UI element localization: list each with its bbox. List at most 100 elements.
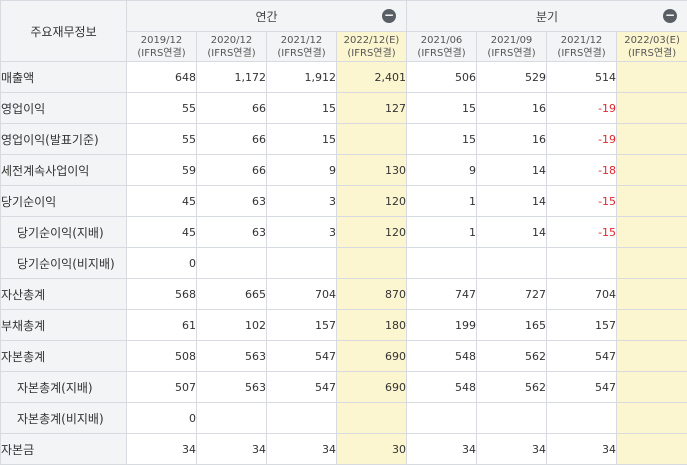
quarterly-group-header: 분기 − [407, 1, 687, 32]
row-label: 자산총계 [1, 279, 127, 310]
row-label: 부채총계 [1, 310, 127, 341]
value-cell [547, 248, 617, 279]
value-cell: 547 [547, 341, 617, 372]
value-cell: 563 [197, 341, 267, 372]
value-cell: 507 [127, 372, 197, 403]
value-cell: 9 [267, 155, 337, 186]
value-cell: 14 [477, 155, 547, 186]
minus-circle-icon[interactable]: − [663, 9, 677, 23]
value-cell [617, 248, 687, 279]
period-basis: (IFRS연결) [477, 47, 546, 60]
value-cell: 34 [197, 434, 267, 465]
value-cell: 34 [267, 434, 337, 465]
value-cell: 14 [477, 217, 547, 248]
value-cell [407, 403, 477, 434]
value-cell: 120 [337, 217, 407, 248]
value-cell [267, 248, 337, 279]
value-cell: 14 [477, 186, 547, 217]
value-cell: 529 [477, 62, 547, 93]
value-cell: 547 [267, 341, 337, 372]
row-label: 세전계속사업이익 [1, 155, 127, 186]
value-cell: 45 [127, 186, 197, 217]
period-header: 2022/12(E)(IFRS연결) [337, 32, 407, 62]
value-cell: 66 [197, 93, 267, 124]
period-date: 2021/06 [407, 34, 476, 47]
table-body: 매출액6481,1721,9122,401506529514영업이익556615… [1, 62, 687, 465]
value-cell: 704 [547, 279, 617, 310]
period-header: 2022/03(E)(IFRS연결) [617, 32, 687, 62]
table-row: 자본금34343430343434 [1, 434, 687, 465]
table-row: 자본총계(지배)507563547690548562547 [1, 372, 687, 403]
value-cell: 506 [407, 62, 477, 93]
value-cell: 547 [267, 372, 337, 403]
value-cell [547, 403, 617, 434]
table-row: 자본총계(비지배)0 [1, 403, 687, 434]
value-cell [337, 248, 407, 279]
value-cell: 690 [337, 372, 407, 403]
value-cell: 15 [407, 124, 477, 155]
value-cell: 562 [477, 341, 547, 372]
value-cell: 66 [197, 124, 267, 155]
period-date: 2022/03(E) [617, 34, 687, 47]
value-cell: 157 [547, 310, 617, 341]
value-cell: 61 [127, 310, 197, 341]
value-cell: 1 [407, 186, 477, 217]
period-header: 2021/09(IFRS연결) [477, 32, 547, 62]
period-basis: (IFRS연결) [337, 47, 406, 60]
period-header: 2020/12(IFRS연결) [197, 32, 267, 62]
value-cell: 34 [477, 434, 547, 465]
value-cell: 15 [407, 93, 477, 124]
row-label: 매출액 [1, 62, 127, 93]
value-cell [617, 434, 687, 465]
value-cell: 563 [197, 372, 267, 403]
value-cell: 180 [337, 310, 407, 341]
period-header: 2021/12(IFRS연결) [267, 32, 337, 62]
value-cell [617, 155, 687, 186]
value-cell: -15 [547, 217, 617, 248]
value-cell: 1,912 [267, 62, 337, 93]
value-cell: 508 [127, 341, 197, 372]
value-cell: 15 [267, 124, 337, 155]
row-label: 자본총계(비지배) [1, 403, 127, 434]
value-cell: 727 [477, 279, 547, 310]
period-date: 2019/12 [127, 34, 196, 47]
value-cell: 34 [407, 434, 477, 465]
value-cell: 16 [477, 93, 547, 124]
period-basis: (IFRS연결) [267, 47, 336, 60]
value-cell: 102 [197, 310, 267, 341]
row-label: 영업이익(발표기준) [1, 124, 127, 155]
value-cell: 30 [337, 434, 407, 465]
value-cell [617, 124, 687, 155]
value-cell: 63 [197, 186, 267, 217]
value-cell [617, 217, 687, 248]
period-basis: (IFRS연결) [127, 47, 196, 60]
table-row: 영업이익5566151271516-19 [1, 93, 687, 124]
value-cell [477, 403, 547, 434]
value-cell: 157 [267, 310, 337, 341]
period-basis: (IFRS연결) [407, 47, 476, 60]
value-cell [617, 279, 687, 310]
row-label: 자본총계 [1, 341, 127, 372]
value-cell: 870 [337, 279, 407, 310]
value-cell: 562 [477, 372, 547, 403]
minus-circle-icon[interactable]: − [382, 9, 396, 23]
row-label: 당기순이익(지배) [1, 217, 127, 248]
value-cell [617, 372, 687, 403]
value-cell [617, 341, 687, 372]
value-cell: 55 [127, 124, 197, 155]
period-date: 2022/12(E) [337, 34, 406, 47]
value-cell: 9 [407, 155, 477, 186]
value-cell: 165 [477, 310, 547, 341]
period-basis: (IFRS연결) [197, 47, 266, 60]
period-basis: (IFRS연결) [547, 47, 616, 60]
value-cell: 59 [127, 155, 197, 186]
value-cell: 665 [197, 279, 267, 310]
row-label: 자본금 [1, 434, 127, 465]
financial-summary-table: 주요재무정보 연간 − 분기 − 2019/12(IFRS연결)2020/12(… [0, 0, 687, 465]
value-cell [267, 403, 337, 434]
value-cell: 747 [407, 279, 477, 310]
row-label: 당기순이익 [1, 186, 127, 217]
value-cell: 0 [127, 248, 197, 279]
value-cell: 34 [547, 434, 617, 465]
period-header: 2021/06(IFRS연결) [407, 32, 477, 62]
